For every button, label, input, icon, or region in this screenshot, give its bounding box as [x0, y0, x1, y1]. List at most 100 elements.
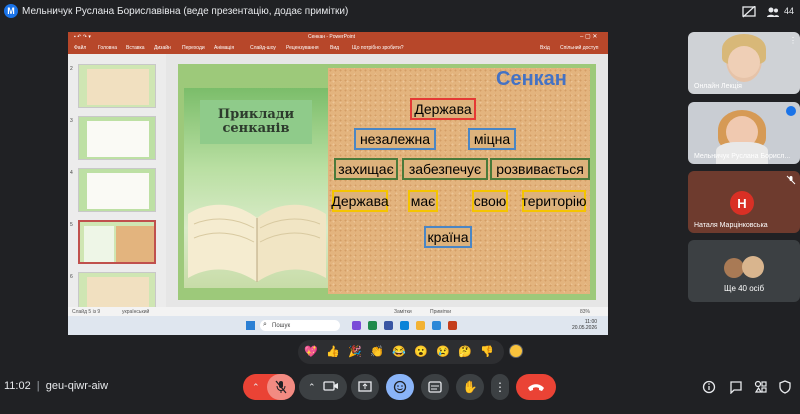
reactions-bar: 💖 👍 🎉 👏 😂 😮 😢 🤔 👎	[298, 340, 504, 364]
captions-button[interactable]	[421, 374, 449, 400]
store-icon[interactable]	[400, 321, 409, 330]
thumb-number: 5	[70, 222, 73, 228]
participant-face	[728, 46, 760, 78]
reaction-thumbs-down[interactable]: 👎	[479, 345, 495, 359]
camera-icon[interactable]	[323, 379, 339, 396]
chevron-up-icon[interactable]: ⌃	[252, 382, 260, 393]
senkan-heading: Сенкан	[496, 68, 567, 90]
edge-icon[interactable]	[368, 321, 377, 330]
zoom-level[interactable]: 83%	[580, 309, 590, 315]
senkan-line5-synonym: країна	[424, 226, 472, 248]
taskview-icon[interactable]	[352, 321, 361, 330]
hide-presentation-icon[interactable]	[740, 4, 758, 20]
slide-thumbnail[interactable]	[78, 64, 156, 108]
more-options-icon[interactable]: ⋮	[789, 36, 797, 45]
ppt-titlebar: ▪ ↶ ↷ ▾ Сенкан - PowerPoint – ▢ ✕	[68, 32, 608, 43]
sign-in-link[interactable]: Вхід	[540, 45, 550, 51]
tab-insert[interactable]: Вставка	[126, 45, 145, 51]
quick-access-toolbar[interactable]: ▪ ↶ ↷ ▾	[74, 34, 91, 40]
participant-tile[interactable]: Н Наталя Марцінковська	[688, 171, 800, 233]
participant-tile[interactable]: ⋮ Онлайн Лекція	[688, 32, 800, 94]
hand-icon: ✋	[462, 380, 478, 394]
ppt-statusbar: Слайд 5 із 9 український Замітки Примітк…	[68, 307, 608, 316]
share-button[interactable]: Спільний доступ	[560, 45, 598, 51]
comments-button[interactable]: Примітки	[430, 309, 451, 315]
tab-animations[interactable]: Анімація	[214, 45, 234, 51]
host-controls-icon[interactable]	[776, 378, 794, 396]
participant-count: 44	[784, 6, 795, 16]
skin-tone-icon[interactable]	[509, 344, 523, 358]
meeting-time: 11:02	[4, 380, 31, 392]
tab-home[interactable]: Головна	[98, 45, 117, 51]
taskbar-search[interactable]: ⌕ Пошук	[260, 320, 340, 331]
camera-control[interactable]: ⌃	[299, 374, 347, 400]
teams-icon[interactable]	[384, 321, 393, 330]
raise-hand-button[interactable]: ✋	[456, 374, 484, 400]
window-controls[interactable]: – ▢ ✕	[580, 33, 597, 40]
shared-powerpoint-window: ▪ ↶ ↷ ▾ Сенкан - PowerPoint – ▢ ✕ Файл Г…	[68, 32, 608, 335]
participant-avatar	[724, 258, 744, 278]
thumb-number: 2	[70, 66, 73, 72]
more-participants-label: Ще 40 осіб	[723, 284, 765, 293]
slide-stage: Приклади сенканів Сенкан Держава незалеж…	[178, 64, 596, 300]
participant-avatar: Н	[730, 191, 754, 215]
senkan-line4-word1: Держава	[331, 190, 389, 212]
powerpoint-icon[interactable]	[448, 321, 457, 330]
chevron-up-icon[interactable]: ⌃	[308, 382, 316, 393]
participant-tile[interactable]: Мельничук Руслана Борисл...	[688, 102, 800, 164]
status-language: український	[122, 309, 150, 315]
reaction-clap[interactable]: 👏	[369, 345, 385, 359]
tab-file[interactable]: Файл	[74, 45, 86, 51]
slide-left-panel: Приклади сенканів	[184, 88, 330, 288]
ppt-window-title: Сенкан - PowerPoint	[308, 34, 356, 40]
reaction-thinking[interactable]: 🤔	[457, 345, 473, 359]
tab-transitions[interactable]: Переходи	[182, 45, 205, 51]
status-slide-number: Слайд 5 із 9	[72, 309, 101, 315]
participant-name: Мельничук Руслана Борисл...	[694, 153, 791, 160]
top-bar: M Мельничук Руслана Бориславівна (веде п…	[0, 0, 800, 26]
explorer-icon[interactable]	[416, 321, 425, 330]
taskbar-clock: 11:00 20.05.2026	[572, 319, 597, 331]
tab-review[interactable]: Рецензування	[286, 45, 319, 51]
start-icon[interactable]	[246, 321, 255, 330]
slide-thumbnail-selected[interactable]	[78, 220, 156, 264]
tell-me-search[interactable]: Що потрібно зробити?	[352, 45, 404, 51]
search-placeholder: Пошук	[272, 322, 291, 329]
mic-off-button[interactable]	[267, 374, 295, 400]
people-icon[interactable]	[764, 4, 782, 20]
reaction-thumbs-up[interactable]: 👍	[325, 345, 341, 359]
captions-icon	[428, 381, 442, 393]
participant-name: Наталя Марцінковська	[694, 222, 768, 229]
slide-thumbnail[interactable]	[78, 116, 156, 160]
senkan-line4-word2: має	[408, 190, 438, 212]
meeting-code: geu-qiwr-aiw	[45, 380, 109, 392]
microphone-control[interactable]: ⌃	[243, 374, 295, 400]
reaction-party[interactable]: 🎉	[347, 345, 363, 359]
hang-up-icon	[528, 384, 544, 391]
reaction-laugh[interactable]: 😂	[391, 345, 407, 359]
tab-view[interactable]: Вид	[330, 45, 339, 51]
presenter-avatar: M	[4, 4, 18, 18]
leave-call-button[interactable]	[516, 374, 556, 400]
present-button[interactable]	[351, 374, 379, 400]
separator: |	[36, 380, 40, 392]
reaction-surprised[interactable]: 😮	[413, 345, 429, 359]
search-icon: ⌕	[263, 321, 267, 328]
shapes-icon[interactable]	[752, 378, 770, 396]
reaction-heart[interactable]: 💖	[303, 345, 319, 359]
reaction-sad[interactable]: 😢	[435, 345, 451, 359]
notes-button[interactable]: Замітки	[394, 309, 412, 315]
chat-icon[interactable]	[727, 378, 745, 396]
word-icon[interactable]	[432, 321, 441, 330]
tab-slideshow[interactable]: Слайд-шоу	[250, 45, 276, 51]
more-options-button[interactable]: ⋮	[491, 374, 509, 400]
more-participants-tile[interactable]: Ще 40 осіб	[688, 240, 800, 302]
tab-design[interactable]: Дизайн	[154, 45, 171, 51]
slide-thumbnail[interactable]	[78, 168, 156, 212]
meet-window: M Мельничук Руслана Бориславівна (веде п…	[0, 0, 800, 414]
info-icon[interactable]	[700, 378, 718, 396]
clock-date: 20.05.2026	[572, 325, 598, 331]
slide-thumbnails-panel: 2 3 4 5 6	[68, 54, 166, 316]
senkan-line3-verb1: захищає	[334, 158, 398, 180]
emoji-button[interactable]	[386, 374, 414, 400]
